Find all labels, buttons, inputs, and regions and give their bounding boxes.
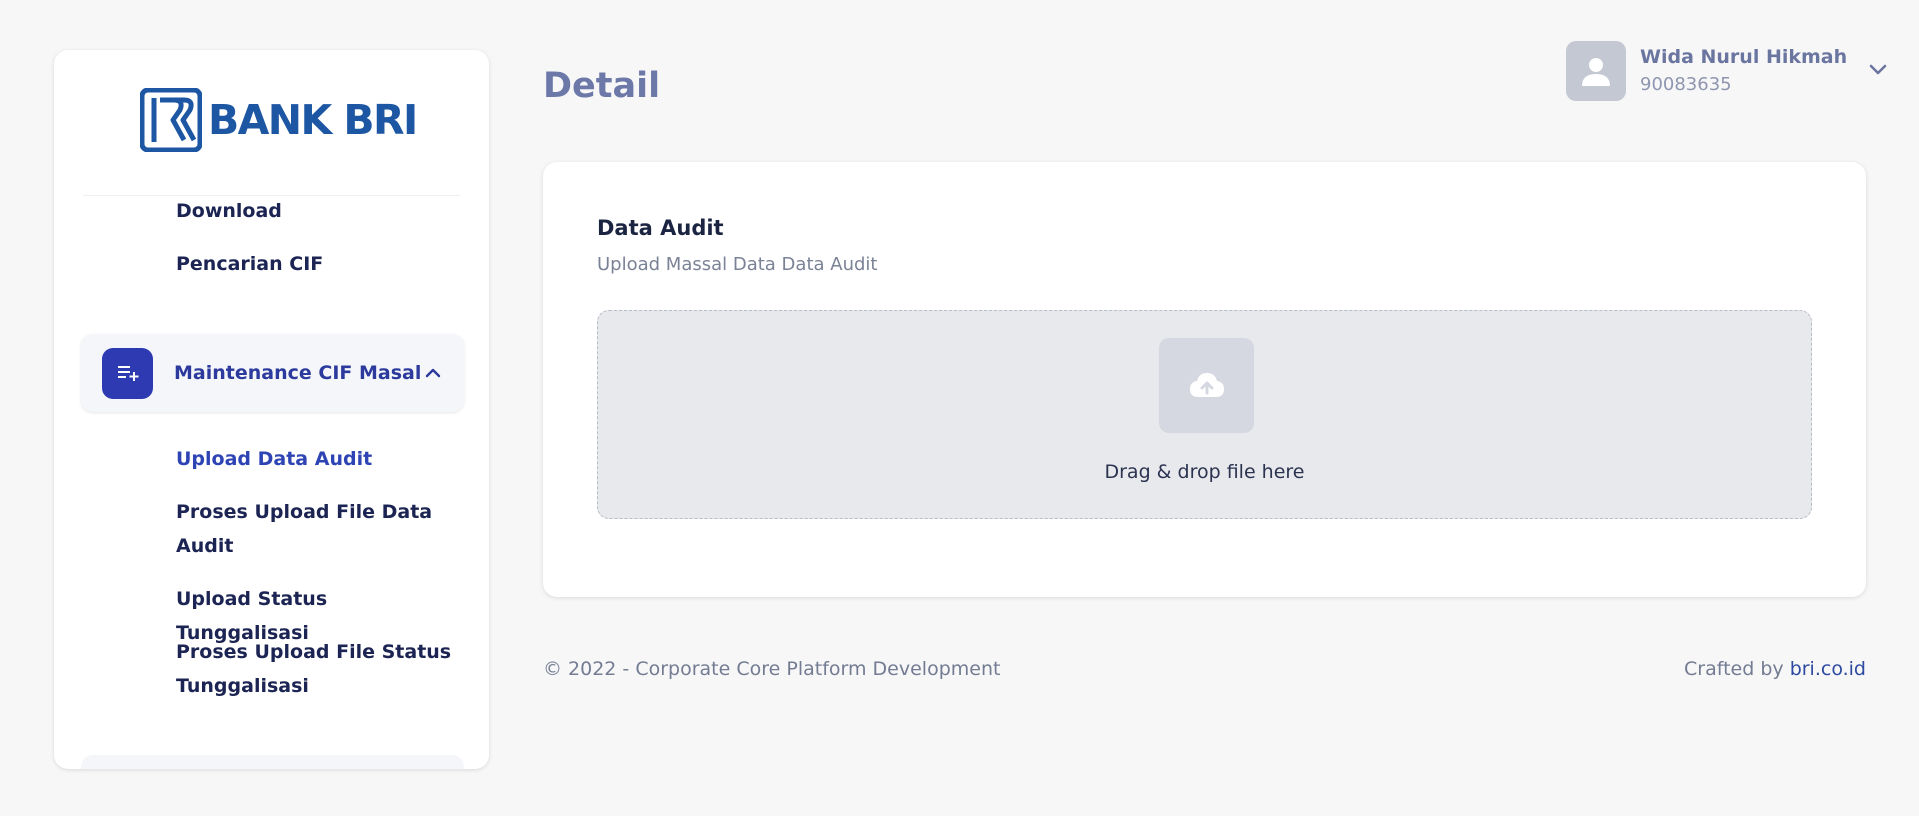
sidebar-item-proses-upload-file-status-tunggalisasi[interactable]: Proses Upload File Status Tunggalisasi xyxy=(176,635,461,703)
user-info: Wida Nurul Hikmah 90083635 xyxy=(1640,41,1847,99)
sidebar: BANK BRI Download Pencarian CIF Maintena… xyxy=(54,50,489,769)
cloud-upload-icon xyxy=(1159,338,1254,433)
sidebar-item-proses-upload-file-data-audit[interactable]: Proses Upload File Data Audit xyxy=(176,495,461,563)
file-dropzone[interactable]: Drag & drop file here xyxy=(597,310,1812,519)
sidebar-item-upload-data-audit[interactable]: Upload Data Audit xyxy=(176,442,461,476)
user-name: Wida Nurul Hikmah xyxy=(1640,46,1848,68)
chevron-down-icon[interactable] xyxy=(1867,58,1889,80)
page-title: Detail xyxy=(543,66,661,106)
user-menu[interactable]: Wida Nurul Hikmah 90083635 xyxy=(1566,41,1889,101)
sidebar-item-pencarian-cif[interactable]: Pencarian CIF xyxy=(176,247,461,281)
user-icon xyxy=(1566,41,1626,101)
footer-link-bri[interactable]: bri.co.id xyxy=(1790,658,1866,680)
chevron-up-icon xyxy=(425,368,441,378)
footer-crafted-prefix: Crafted by xyxy=(1684,658,1790,680)
sidebar-item-download[interactable]: Download xyxy=(176,194,461,228)
card-subtitle: Upload Massal Data Data Audit xyxy=(597,254,878,275)
upload-card: Data Audit Upload Massal Data Data Audit… xyxy=(543,162,1866,597)
bank-bri-logo[interactable]: BANK BRI xyxy=(140,88,418,152)
logo-text: BANK BRI xyxy=(208,95,418,144)
sidebar-group-label: Maintenance CIF Masal xyxy=(174,362,422,384)
sidebar-group-maintenance-cif-masal[interactable]: Maintenance CIF Masal xyxy=(81,334,464,412)
list-add-icon xyxy=(102,347,153,399)
footer-copyright: © 2022 - Corporate Core Platform Develop… xyxy=(543,658,1001,680)
sidebar-group-next[interactable] xyxy=(81,755,464,769)
bri-logo-mark xyxy=(140,88,202,152)
user-id: 90083635 xyxy=(1640,74,1732,95)
card-title: Data Audit xyxy=(597,216,724,240)
dropzone-text: Drag & drop file here xyxy=(1104,461,1305,483)
footer-crafted: Crafted by bri.co.id xyxy=(1684,658,1866,680)
